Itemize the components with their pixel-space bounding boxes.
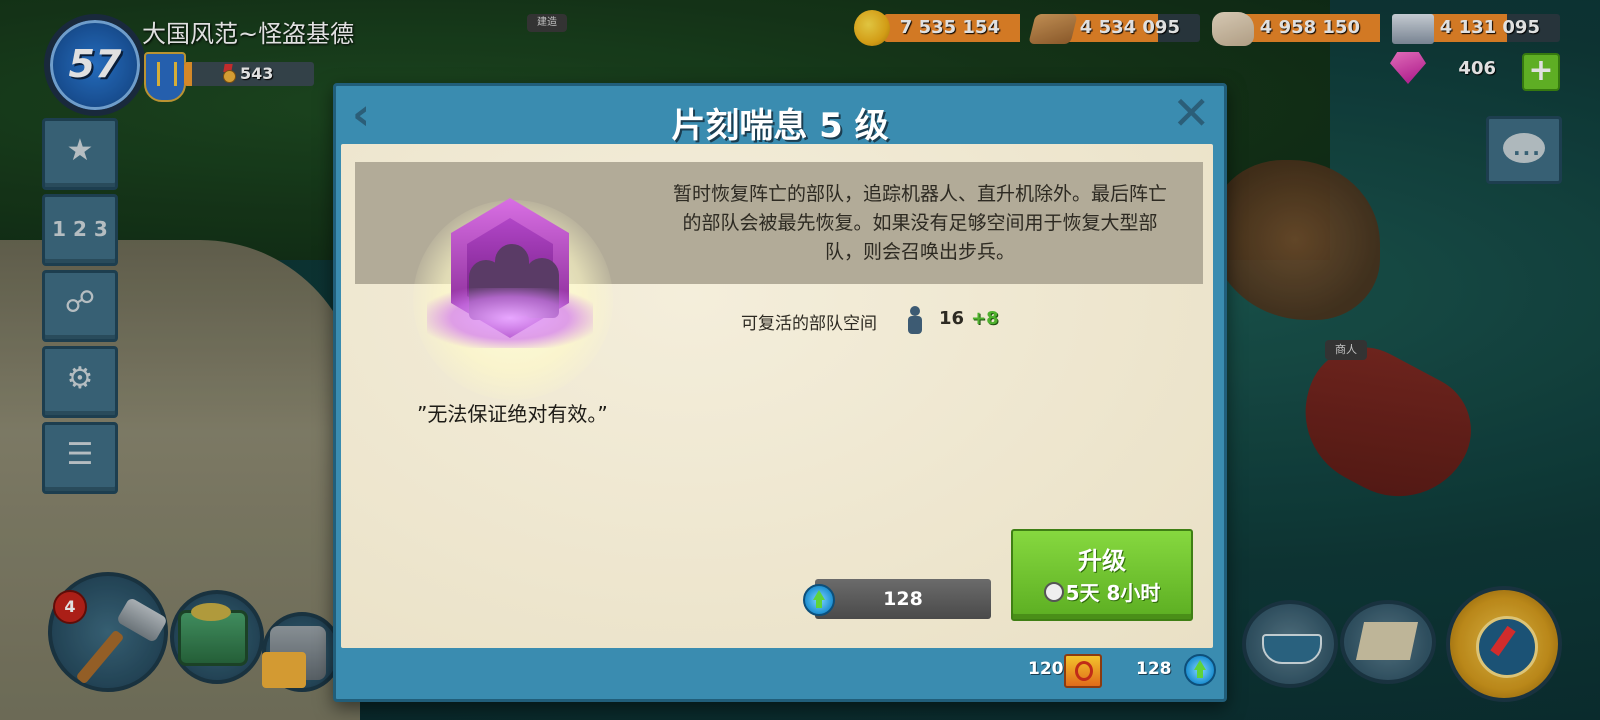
stopwatch-icon	[1043, 582, 1064, 602]
troop-icon	[907, 306, 923, 334]
upgrade-time-row: 5天 8小时	[1013, 577, 1191, 606]
ability-quote: ”无法保证绝对有效。”	[417, 402, 608, 426]
stat-value: 16	[939, 308, 965, 329]
power-stone-amount: 128	[1136, 659, 1172, 679]
cost-amount: 128	[883, 588, 923, 610]
gunboat-energy-amount: 120	[1028, 659, 1064, 679]
power-stone-icon	[803, 584, 835, 616]
close-button[interactable]: ✕	[1172, 90, 1211, 136]
stat-bonus: +8	[971, 308, 999, 329]
stat-label: 可复活的部队空间	[741, 314, 877, 334]
revive-space-stat: 可复活的部队空间 16 +8	[741, 306, 1041, 336]
upgrade-button[interactable]: 升级 5天 8小时	[1011, 529, 1193, 621]
ability-description: 暂时恢复阵亡的部队，追踪机器人、直升机除外。最后阵亡的部队会被最先恢复。如果没有…	[672, 183, 1167, 263]
upgrade-time: 5天 8小时	[1065, 581, 1161, 605]
upgrade-cost: 128	[815, 579, 991, 619]
power-stone-footer-icon	[1184, 654, 1216, 686]
ability-dialog: ‹ 片刻喘息 5 级 ✕ 暂时恢复阵亡的部队，追踪机器人、直升机除外。最后阵亡的…	[333, 83, 1227, 702]
upgrade-label: 升级	[1078, 547, 1126, 575]
breathing-space-ability-icon	[427, 198, 593, 348]
dialog-panel: 暂时恢复阵亡的部队，追踪机器人、直升机除外。最后阵亡的部队会被最先恢复。如果没有…	[341, 144, 1213, 648]
dialog-title: 片刻喘息 5 级	[671, 106, 889, 146]
gunboat-flag-icon	[1064, 654, 1102, 688]
